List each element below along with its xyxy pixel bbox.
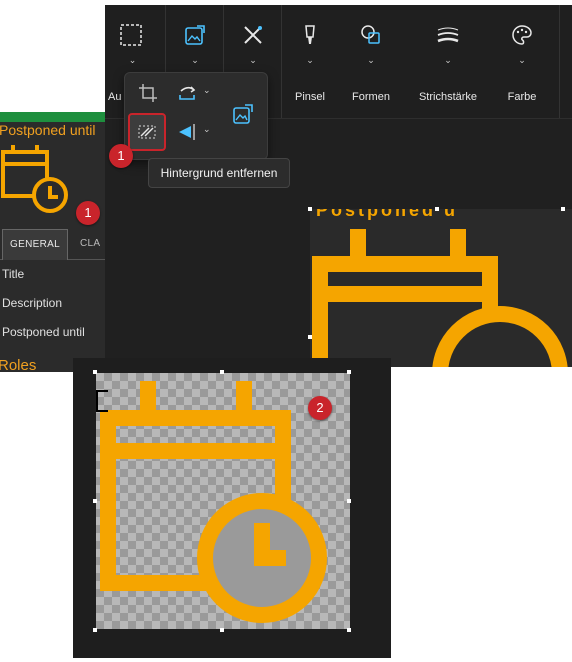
chevron-down-icon: ⌄ (444, 55, 452, 65)
tool-brush-label: Pinsel (295, 91, 325, 103)
selection-handle[interactable] (435, 207, 439, 211)
section-roles: Roles (0, 357, 37, 372)
step-badge-1: 1 (109, 144, 133, 168)
image-tools-dropdown: ⌄ ⌄ (124, 72, 268, 160)
field-label-postponed: Postponed until (2, 325, 85, 339)
image-icon (185, 25, 205, 45)
separator (559, 5, 560, 118)
tool-stroke-size[interactable]: ⌄ Strichstärke (411, 5, 485, 118)
tooltip-remove-background: Hintergrund entfernen (148, 158, 290, 188)
tool-stroke-label: Strichstärke (418, 91, 478, 103)
selection-handle[interactable] (347, 628, 351, 632)
canvas-image[interactable]: Postponed u (310, 209, 572, 367)
chevron-down-icon: ⌄ (128, 55, 137, 65)
chevron-down-icon: ⌄ (367, 55, 375, 65)
selection-handle[interactable] (220, 628, 224, 632)
tab-bar: GENERAL CLA (0, 229, 110, 260)
rotate-icon[interactable] (177, 83, 199, 103)
shapes-icon (361, 25, 380, 44)
selection-handle[interactable] (220, 370, 224, 374)
flip-icon[interactable] (177, 122, 199, 142)
separator (281, 5, 282, 118)
tool-brush[interactable]: ⌄ Pinsel (283, 5, 337, 118)
selection-handle[interactable] (93, 499, 97, 503)
chevron-down-icon: ⌄ (306, 55, 314, 65)
chevron-down-icon: ⌄ (518, 55, 526, 65)
field-label-title: Title (2, 267, 25, 281)
selection-handle[interactable] (93, 628, 97, 632)
tool-shapes[interactable]: ⌄ Formen (343, 5, 399, 118)
page-title: Postponed until (0, 122, 96, 138)
cursor-marker (96, 390, 108, 412)
chevron-down-icon: ⌄ (203, 124, 211, 134)
crop-icon[interactable] (138, 83, 158, 103)
remove-background-icon (138, 125, 156, 139)
step-badge-1-left: 1 (76, 201, 100, 225)
calendar-clock-icon (1, 145, 68, 213)
chevron-down-icon: ⌄ (203, 85, 211, 95)
tab-general[interactable]: GENERAL (2, 229, 68, 260)
tool-color-label: Farbe (507, 91, 537, 103)
resize-image-icon[interactable] (231, 102, 255, 126)
selection-handle[interactable] (347, 370, 351, 374)
step-badge-2: 2 (308, 396, 332, 420)
left-app-panel: Postponed until 1 GENERAL CLA Title Desc… (0, 112, 110, 372)
stroke-icon (437, 27, 459, 43)
tool-shapes-label: Formen (352, 91, 390, 103)
tool-color[interactable]: ⌄ Farbe (493, 5, 551, 118)
selection-handle[interactable] (93, 370, 97, 374)
header-accent-bar (0, 112, 110, 122)
field-label-description: Description (2, 296, 63, 310)
selection-handle[interactable] (561, 207, 565, 211)
brush-icon (305, 25, 315, 44)
selection-handle[interactable] (308, 335, 312, 339)
chevron-down-icon: ⌄ (191, 55, 199, 65)
chevron-down-icon: ⌄ (249, 55, 257, 65)
select-icon (120, 24, 142, 46)
selection-handle[interactable] (347, 499, 351, 503)
palette-icon (512, 25, 532, 45)
remove-background-button[interactable] (128, 113, 166, 151)
tools-icon (244, 26, 262, 44)
result-preview: 2 (73, 358, 391, 658)
calendar-clock-icon (312, 229, 568, 367)
selection-handle[interactable] (308, 207, 312, 211)
